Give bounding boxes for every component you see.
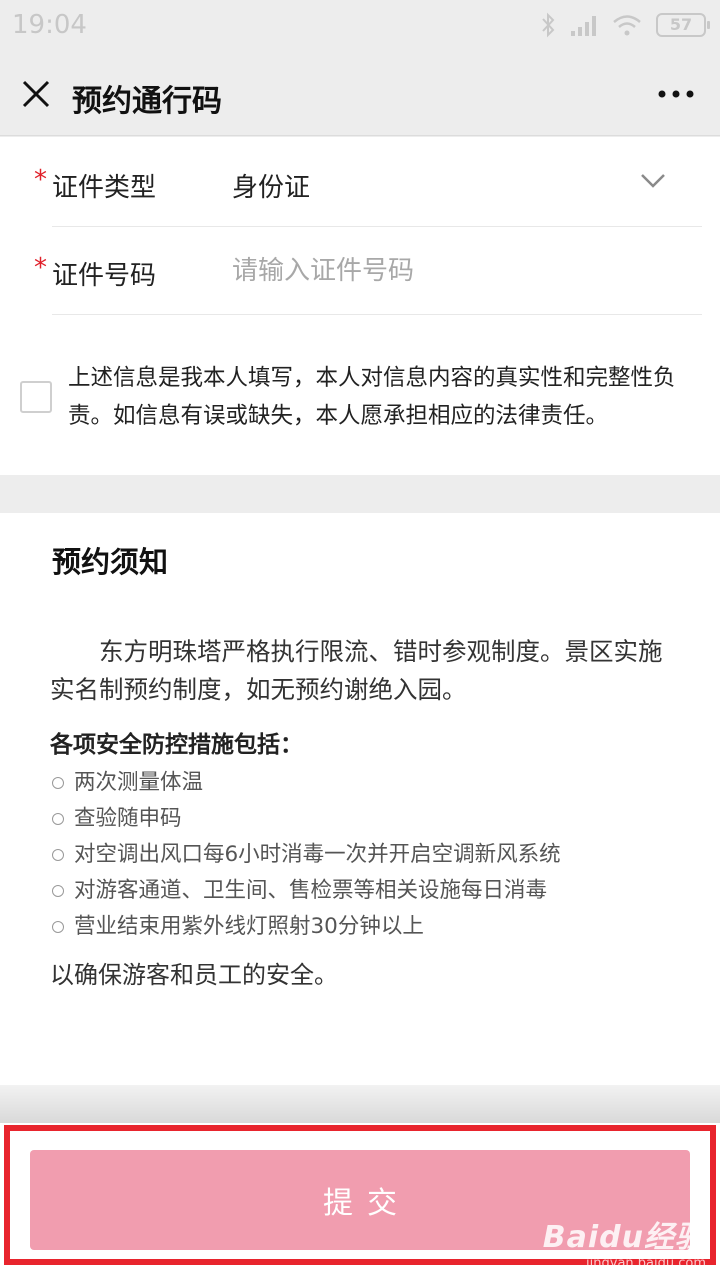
- watermark: Baidu经验 jingyan.baidu.com: [543, 1212, 706, 1271]
- close-icon[interactable]: [18, 76, 54, 112]
- required-mark: *: [34, 253, 47, 283]
- measures-title: 各项安全防控措施包括：: [50, 732, 303, 758]
- measure-text: 两次测量体温: [74, 770, 204, 795]
- booking-notice: 预约须知 东方明珠塔严格执行限流、错时参观制度。景区实施实名制预约制度，如无预约…: [0, 513, 720, 1085]
- id-type-label: 证件类型: [52, 173, 157, 203]
- list-item: 对游客通道、卫生间、售检票等相关设施每日消毒: [50, 873, 561, 909]
- list-item: 营业结束用紫外线灯照射30分钟以上: [50, 909, 561, 945]
- divider: [0, 1085, 720, 1123]
- required-mark: *: [34, 165, 47, 195]
- battery-icon: 57: [656, 13, 710, 37]
- signal-icon: [571, 16, 596, 36]
- measures-list: 两次测量体温 查验随申码 对空调出风口每6小时消毒一次并开启空调新风系统 对游客…: [50, 765, 561, 945]
- list-item: 查验随申码: [50, 801, 561, 837]
- submit-label: 提交: [323, 1186, 411, 1221]
- notice-paragraph: 东方明珠塔严格执行限流、错时参观制度。景区实施实名制预约制度，如无预约谢绝入园。: [50, 637, 663, 704]
- circle-bullet-icon: [52, 777, 64, 789]
- notice-closing: 以确保游客和员工的安全。: [50, 961, 338, 989]
- watermark-url: jingyan.baidu.com: [586, 1256, 706, 1271]
- status-icons: 57: [540, 12, 710, 38]
- notice-title: 预约须知: [52, 545, 169, 579]
- circle-bullet-icon: [52, 921, 64, 933]
- wifi-icon: [613, 15, 641, 36]
- divider: [52, 314, 702, 315]
- measure-text: 营业结束用紫外线灯照射30分钟以上: [74, 914, 424, 939]
- bluetooth-icon: [542, 12, 555, 38]
- header: 预约通行码: [0, 52, 720, 136]
- page-title: 预约通行码: [72, 84, 222, 119]
- id-type-select[interactable]: 身份证: [232, 167, 310, 204]
- circle-bullet-icon: [52, 849, 64, 861]
- status-time: 19:04: [12, 10, 87, 40]
- chevron-down-icon[interactable]: [640, 173, 666, 189]
- id-type-row[interactable]: * 证件类型 身份证: [0, 139, 720, 227]
- circle-bullet-icon: [52, 813, 64, 825]
- list-item: 对空调出风口每6小时消毒一次并开启空调新风系统: [50, 837, 561, 873]
- identity-form: * 证件类型 身份证 * 证件号码 上述信息是我本人填写，本人对信息内容的真实性…: [0, 137, 720, 475]
- watermark-logo: Baidu经验: [542, 1220, 706, 1255]
- measure-text: 对空调出风口每6小时消毒一次并开启空调新风系统: [74, 842, 561, 867]
- list-item: 两次测量体温: [50, 765, 561, 801]
- id-number-input[interactable]: [232, 247, 682, 295]
- agreement-checkbox[interactable]: [20, 381, 52, 413]
- status-bar: 19:04 57: [0, 0, 720, 52]
- id-number-label: 证件号码: [52, 261, 157, 291]
- agreement-text: 上述信息是我本人填写，本人对信息内容的真实性和完整性负责。如信息有误或缺失，本人…: [68, 365, 676, 429]
- measure-text: 查验随申码: [74, 806, 182, 831]
- circle-bullet-icon: [52, 885, 64, 897]
- id-number-row: * 证件号码: [0, 227, 720, 315]
- measure-text: 对游客通道、卫生间、售检票等相关设施每日消毒: [74, 878, 548, 903]
- more-icon[interactable]: [656, 82, 696, 106]
